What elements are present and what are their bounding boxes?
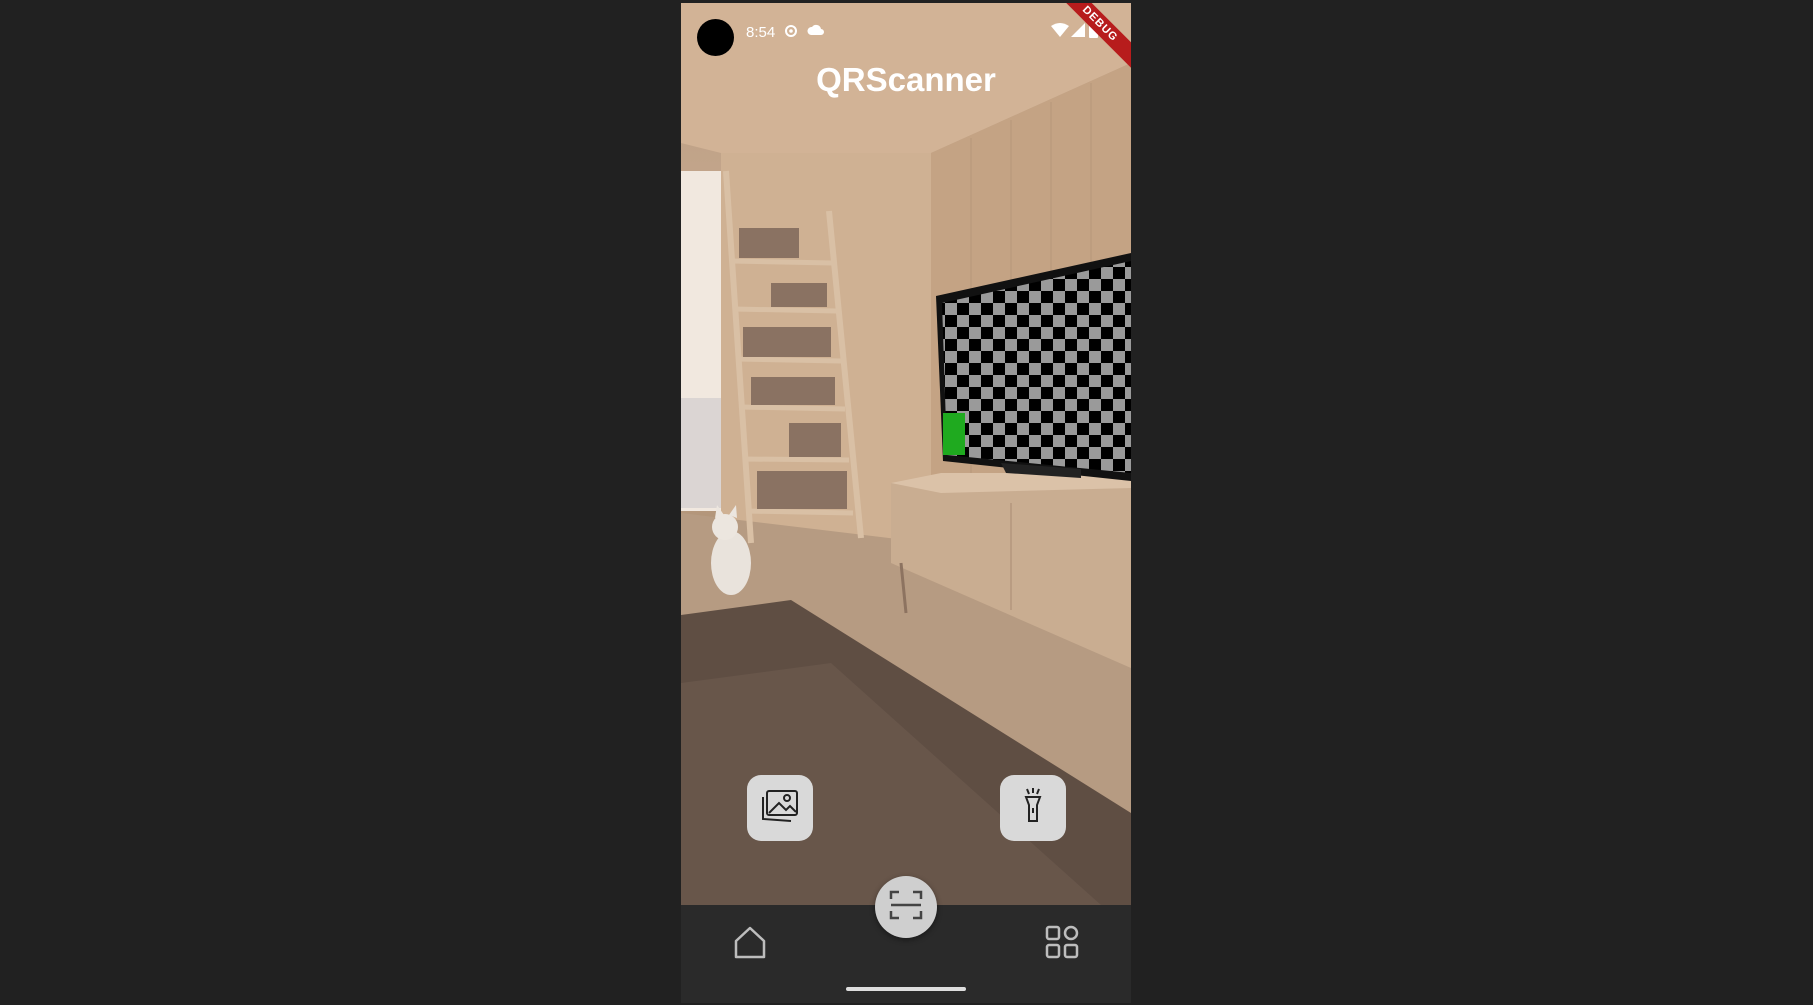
status-time: 8:54 (746, 24, 776, 41)
cloud-icon (807, 23, 825, 42)
camera-scene (681, 3, 1131, 905)
status-bar: 8:54 (681, 3, 1131, 63)
camera-preview: 8:54 DEBUG QRScanner (681, 3, 1131, 905)
scan-button[interactable] (875, 876, 937, 938)
page-title: QRScanner (816, 61, 996, 98)
settings-gear-icon (783, 23, 799, 44)
nav-home-button[interactable] (729, 923, 771, 965)
wifi-icon (1051, 23, 1069, 42)
flashlight-icon (1020, 787, 1046, 830)
image-gallery-icon (759, 787, 801, 830)
scan-frame-icon (889, 890, 923, 925)
home-indicator[interactable] (846, 987, 966, 991)
signal-icon (1071, 23, 1085, 42)
gallery-button[interactable] (747, 775, 813, 841)
home-icon (732, 924, 768, 965)
nav-apps-button[interactable] (1041, 923, 1083, 965)
phone-screen: 8:54 DEBUG QRScanner (681, 3, 1131, 1003)
front-camera-cutout (697, 19, 734, 56)
grid-icon (1045, 925, 1079, 964)
flashlight-button[interactable] (1000, 775, 1066, 841)
